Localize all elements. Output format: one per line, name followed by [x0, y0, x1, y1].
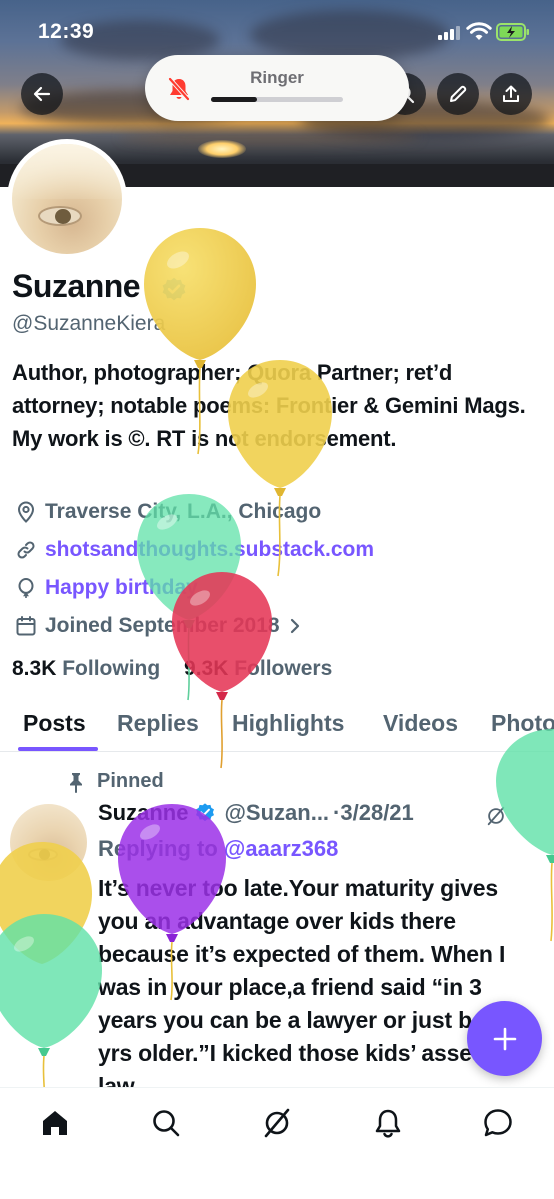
- tweet-date[interactable]: ·3/28/21: [333, 800, 414, 826]
- share-button[interactable]: [490, 73, 532, 115]
- balloon-red: [172, 572, 272, 769]
- pinned-label: Pinned: [97, 770, 164, 792]
- balloon-icon: [18, 577, 34, 598]
- active-tab-indicator: [18, 747, 98, 751]
- ringer-label: Ringer: [250, 68, 304, 87]
- edit-icon: [450, 85, 467, 102]
- balloon-purple: [118, 804, 226, 1001]
- battery-charging-icon: [496, 23, 529, 41]
- following-count: 8.3K: [12, 657, 57, 680]
- share-icon: [503, 85, 519, 102]
- ringer-hud: Ringer: [145, 55, 409, 121]
- tab-videos[interactable]: Videos: [383, 710, 458, 737]
- notifications-icon[interactable]: [371, 1106, 405, 1140]
- sun-glow: [198, 140, 246, 158]
- ringer-volume-track: [211, 97, 343, 102]
- chevron-right-icon: [290, 618, 299, 634]
- tab-posts[interactable]: Posts: [23, 710, 86, 737]
- balloon-green-2: [496, 729, 554, 942]
- calendar-icon: [16, 616, 36, 636]
- back-button[interactable]: [21, 73, 63, 115]
- status-time: 12:39: [38, 20, 95, 43]
- plus-icon: [493, 1027, 516, 1050]
- link-icon: [17, 541, 35, 559]
- replying-to-handle[interactable]: @aaarz368: [224, 836, 338, 861]
- cellular-signal-icon: [438, 26, 460, 40]
- grok-icon[interactable]: [260, 1106, 294, 1140]
- back-icon: [33, 86, 51, 102]
- profile-tabs: Posts Replies Highlights Videos Photos: [0, 700, 554, 752]
- ringer-volume-fill: [211, 97, 258, 102]
- messages-icon[interactable]: [481, 1106, 515, 1140]
- wifi-icon: [466, 22, 492, 40]
- balloon-green-3: [0, 914, 102, 1111]
- bottom-navigation: [0, 1087, 554, 1199]
- edit-profile-button[interactable]: [437, 73, 479, 115]
- location-pin-icon: [17, 501, 35, 523]
- pin-icon: [70, 772, 82, 793]
- status-bar: 12:39: [0, 18, 554, 50]
- profile-avatar[interactable]: [7, 139, 127, 259]
- compose-button[interactable]: [467, 1001, 542, 1076]
- search-icon[interactable]: [149, 1106, 183, 1140]
- home-icon[interactable]: [38, 1106, 72, 1140]
- tweet-author-handle[interactable]: @Suzan...: [224, 800, 329, 826]
- pinned-indicator: Pinned: [66, 770, 164, 793]
- profile-name: Suzanne: [12, 268, 141, 304]
